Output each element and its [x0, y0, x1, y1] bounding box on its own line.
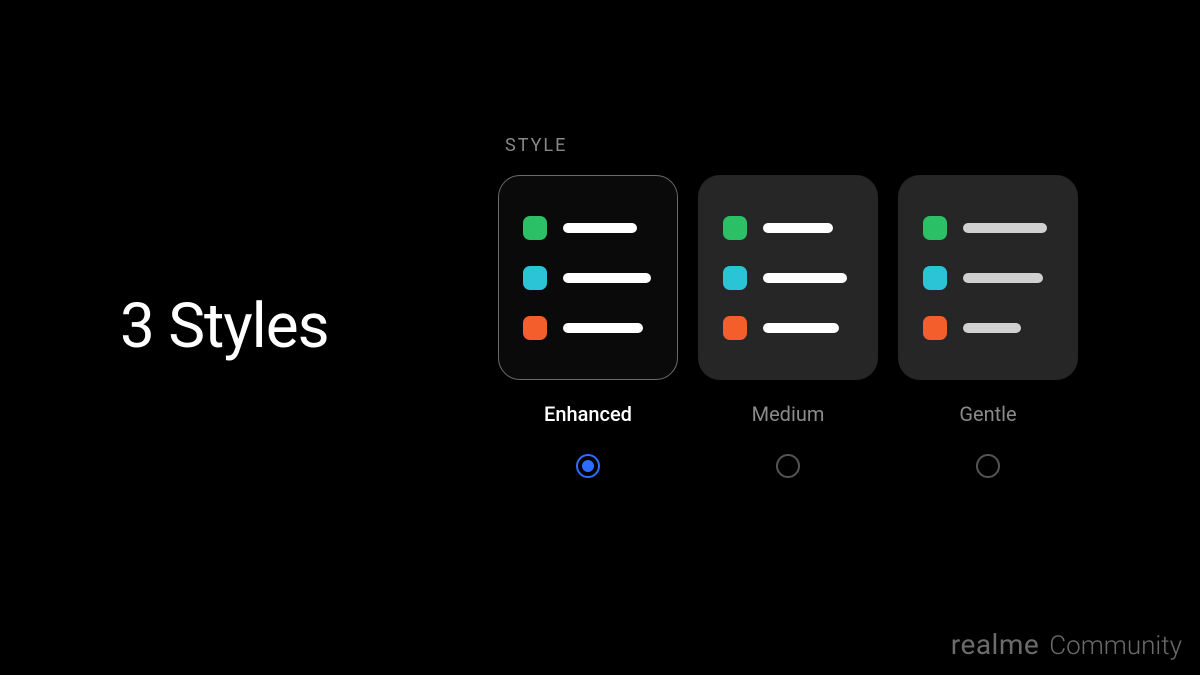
color-swatch-green	[723, 216, 747, 240]
bar-icon	[563, 223, 637, 233]
color-swatch-green	[923, 216, 947, 240]
color-swatch-cyan	[523, 266, 547, 290]
style-card-gentle[interactable]	[898, 175, 1078, 380]
bar-icon	[763, 323, 839, 333]
section-label-style: STYLE	[505, 135, 567, 156]
bar-icon	[763, 273, 847, 283]
bar-icon	[563, 323, 643, 333]
list-row	[723, 216, 853, 240]
style-label-medium: Medium	[752, 402, 825, 426]
list-row	[523, 266, 653, 290]
radio-gentle[interactable]	[976, 454, 1000, 478]
list-row	[523, 216, 653, 240]
bar-icon	[763, 223, 833, 233]
list-row	[523, 316, 653, 340]
page-title: 3 Styles	[120, 290, 329, 363]
list-row	[723, 316, 853, 340]
style-card-medium[interactable]	[698, 175, 878, 380]
style-option-medium[interactable]: Medium	[698, 175, 878, 478]
watermark-sub: Community	[1049, 631, 1182, 661]
style-option-enhanced[interactable]: Enhanced	[498, 175, 678, 478]
color-swatch-orange	[923, 316, 947, 340]
watermark-brand: realme	[951, 628, 1040, 661]
color-swatch-cyan	[923, 266, 947, 290]
bar-icon	[963, 323, 1021, 333]
bar-icon	[963, 223, 1047, 233]
bar-icon	[563, 273, 651, 283]
style-option-gentle[interactable]: Gentle	[898, 175, 1078, 478]
watermark: realme Community	[951, 628, 1182, 661]
color-swatch-cyan	[723, 266, 747, 290]
style-options-row: Enhanced Medium	[498, 175, 1078, 478]
radio-medium[interactable]	[776, 454, 800, 478]
style-card-enhanced[interactable]	[498, 175, 678, 380]
list-row	[923, 266, 1053, 290]
color-swatch-orange	[523, 316, 547, 340]
style-label-gentle: Gentle	[959, 402, 1016, 426]
list-row	[723, 266, 853, 290]
radio-enhanced[interactable]	[576, 454, 600, 478]
color-swatch-orange	[723, 316, 747, 340]
list-row	[923, 316, 1053, 340]
style-label-enhanced: Enhanced	[544, 402, 632, 426]
list-row	[923, 216, 1053, 240]
color-swatch-green	[523, 216, 547, 240]
bar-icon	[963, 273, 1043, 283]
